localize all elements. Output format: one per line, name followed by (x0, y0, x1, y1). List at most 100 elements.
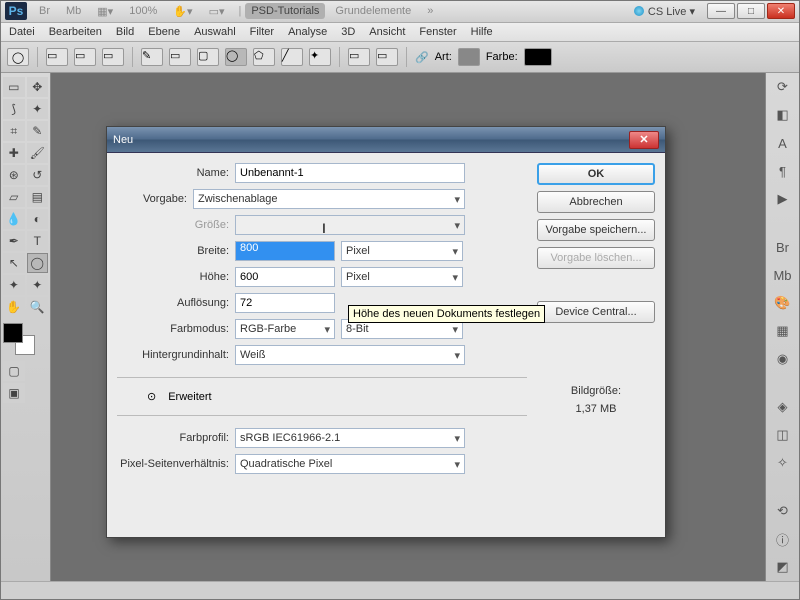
channels-icon[interactable]: ◫ (772, 425, 794, 445)
menu-datei[interactable]: Datei (9, 26, 35, 38)
workspace-tab-2[interactable]: Grundelemente (329, 3, 417, 19)
color-icon[interactable]: 🎨 (772, 293, 794, 313)
height-input[interactable] (235, 267, 335, 287)
nav-icon[interactable]: ◩ (772, 557, 794, 577)
type-tool[interactable]: T (27, 231, 49, 251)
paths-icon[interactable]: ✧ (772, 453, 794, 473)
workspace-tab-1[interactable]: PSD-Tutorials (245, 3, 325, 19)
resolution-input[interactable] (235, 293, 335, 313)
zoom-level[interactable]: 100% (123, 3, 163, 19)
mode-sub-icon[interactable]: ▭ (102, 48, 124, 66)
expand-icon[interactable]: ⊙ (147, 390, 156, 403)
close-app-btn[interactable]: ✕ (767, 3, 795, 19)
width-unit-dropdown[interactable]: Pixel (341, 241, 463, 261)
advanced-label[interactable]: Erweitert (168, 391, 211, 403)
size-label: Größe: (117, 219, 229, 231)
mode-new-icon[interactable]: ▭ (46, 48, 68, 66)
heal-tool[interactable]: ✚ (3, 143, 25, 163)
menu-analyse[interactable]: Analyse (288, 26, 327, 38)
shape-tool[interactable]: ◯ (27, 253, 49, 273)
character-icon[interactable]: A (772, 133, 794, 153)
pen-tool[interactable]: ✒ (3, 231, 25, 251)
screenmode-btn[interactable]: ▣ (3, 383, 25, 403)
bridge-btn[interactable]: Br (33, 3, 56, 19)
line-icon[interactable]: ╱ (281, 48, 303, 66)
polygon-icon[interactable]: ⬠ (253, 48, 275, 66)
color-swatch[interactable] (524, 48, 552, 66)
workspace-more[interactable]: » (421, 3, 439, 19)
custom-icon[interactable]: ✦ (309, 48, 331, 66)
align-icon[interactable]: ▭ (348, 48, 370, 66)
link-icon[interactable]: 🔗 (415, 51, 429, 64)
name-input[interactable] (235, 163, 465, 183)
masks-icon[interactable]: ◧ (772, 105, 794, 125)
menu-bild[interactable]: Bild (116, 26, 134, 38)
3d-tool[interactable]: ✦ (3, 275, 25, 295)
background-dropdown[interactable]: Weiß (235, 345, 465, 365)
styles-icon[interactable]: ◉ (772, 349, 794, 369)
device-central-button[interactable]: Device Central... (537, 301, 655, 323)
eyedropper-tool[interactable]: ✎ (27, 121, 49, 141)
marquee-tool[interactable]: ▭ (3, 77, 25, 97)
hand-btn[interactable]: ✋▾ (167, 3, 198, 20)
blur-tool[interactable]: 💧 (3, 209, 25, 229)
save-preset-button[interactable]: Vorgabe speichern... (537, 219, 655, 241)
zoom-tool[interactable]: 🔍 (27, 297, 49, 317)
minimize-btn[interactable]: — (707, 3, 735, 19)
ellipse-icon[interactable]: ◯ (225, 48, 247, 66)
play-icon[interactable]: ▶ (772, 189, 794, 209)
width-input[interactable]: 800 (235, 241, 335, 261)
menu-3d[interactable]: 3D (341, 26, 355, 38)
pen-icon[interactable]: ✎ (141, 48, 163, 66)
tool-preset-icon[interactable]: ◯ (7, 48, 29, 66)
minibridge-btn[interactable]: Mb (60, 3, 87, 19)
stamp-tool[interactable]: ⊛ (3, 165, 25, 185)
adjustments-icon[interactable]: ⟳ (772, 77, 794, 97)
ok-button[interactable]: OK (537, 163, 655, 185)
info-icon[interactable]: ⓘ (772, 529, 794, 549)
wand-tool[interactable]: ✦ (27, 99, 49, 119)
extras-btn[interactable]: ▭▾ (203, 3, 231, 20)
menu-fenster[interactable]: Fenster (419, 26, 456, 38)
3dcam-tool[interactable]: ✦ (27, 275, 49, 295)
quickmask-btn[interactable]: ▢ (3, 361, 25, 381)
par-dropdown[interactable]: Quadratische Pixel (235, 454, 465, 474)
gradient-tool[interactable]: ▤ (27, 187, 49, 207)
paragraph-icon[interactable]: ¶ (772, 161, 794, 181)
dialog-close-btn[interactable]: ✕ (629, 131, 659, 149)
menu-ebene[interactable]: Ebene (148, 26, 180, 38)
cslive-menu[interactable]: CS Live ▾ (648, 5, 695, 18)
menu-hilfe[interactable]: Hilfe (471, 26, 493, 38)
move-tool[interactable]: ✥ (27, 77, 49, 97)
menu-filter[interactable]: Filter (250, 26, 274, 38)
swatches-icon[interactable]: ▦ (772, 321, 794, 341)
style-swatch[interactable] (458, 48, 480, 66)
path-tool[interactable]: ↖ (3, 253, 25, 273)
br-icon[interactable]: Br (772, 237, 794, 257)
rect-icon[interactable]: ▭ (169, 48, 191, 66)
menu-auswahl[interactable]: Auswahl (194, 26, 236, 38)
maximize-btn[interactable]: □ (737, 3, 765, 19)
layers-icon[interactable]: ◈ (772, 397, 794, 417)
color-swatches[interactable] (3, 323, 35, 355)
height-unit-dropdown[interactable]: Pixel (341, 267, 463, 287)
dodge-tool[interactable]: ◐ (27, 209, 49, 229)
align2-icon[interactable]: ▭ (376, 48, 398, 66)
mode-add-icon[interactable]: ▭ (74, 48, 96, 66)
hand-tool[interactable]: ✋ (3, 297, 25, 317)
layout-btn[interactable]: ▦▾ (91, 3, 119, 20)
menu-ansicht[interactable]: Ansicht (369, 26, 405, 38)
history-icon[interactable]: ⟲ (772, 501, 794, 521)
roundrect-icon[interactable]: ▢ (197, 48, 219, 66)
cancel-button[interactable]: Abbrechen (537, 191, 655, 213)
menu-bearbeiten[interactable]: Bearbeiten (49, 26, 102, 38)
brush-tool[interactable]: 🖌 (27, 143, 49, 163)
preset-dropdown[interactable]: Zwischenablage (193, 189, 465, 209)
lasso-tool[interactable]: ⟆ (3, 99, 25, 119)
profile-dropdown[interactable]: sRGB IEC61966-2.1 (235, 428, 465, 448)
history-tool[interactable]: ↺ (27, 165, 49, 185)
mb-icon[interactable]: Mb (772, 265, 794, 285)
eraser-tool[interactable]: ▱ (3, 187, 25, 207)
colormode-dropdown[interactable]: RGB-Farbe (235, 319, 335, 339)
crop-tool[interactable]: ⌗ (3, 121, 25, 141)
